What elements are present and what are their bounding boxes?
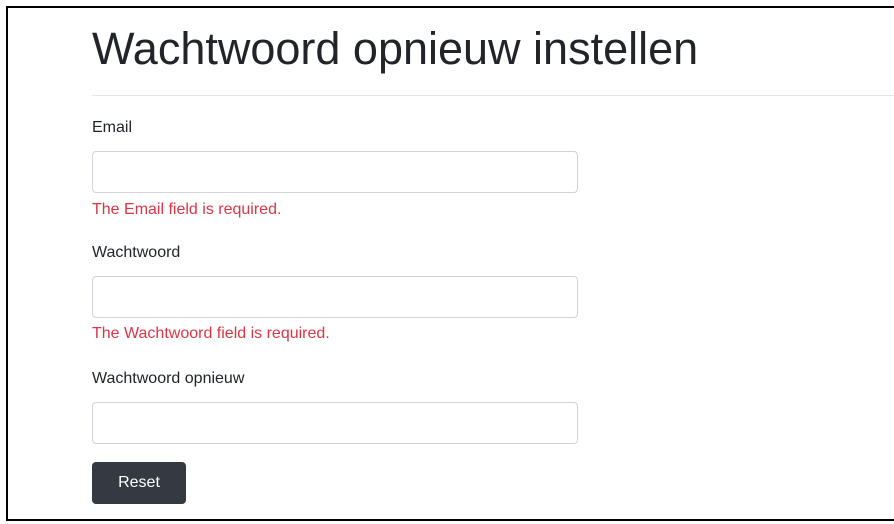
reset-button[interactable]: Reset — [92, 462, 186, 504]
confirm-password-label: Wachtwoord opnieuw — [92, 370, 245, 387]
page-title: Wachtwoord opnieuw instellen — [92, 23, 699, 74]
email-field[interactable] — [92, 151, 578, 193]
password-error: The Wachtwoord field is required. — [92, 325, 330, 342]
password-label: Wachtwoord — [92, 244, 181, 261]
title-divider — [92, 95, 894, 96]
email-error: The Email field is required. — [92, 201, 282, 218]
password-field[interactable] — [92, 276, 578, 318]
confirm-password-field[interactable] — [92, 402, 578, 444]
email-label: Email — [92, 119, 133, 136]
